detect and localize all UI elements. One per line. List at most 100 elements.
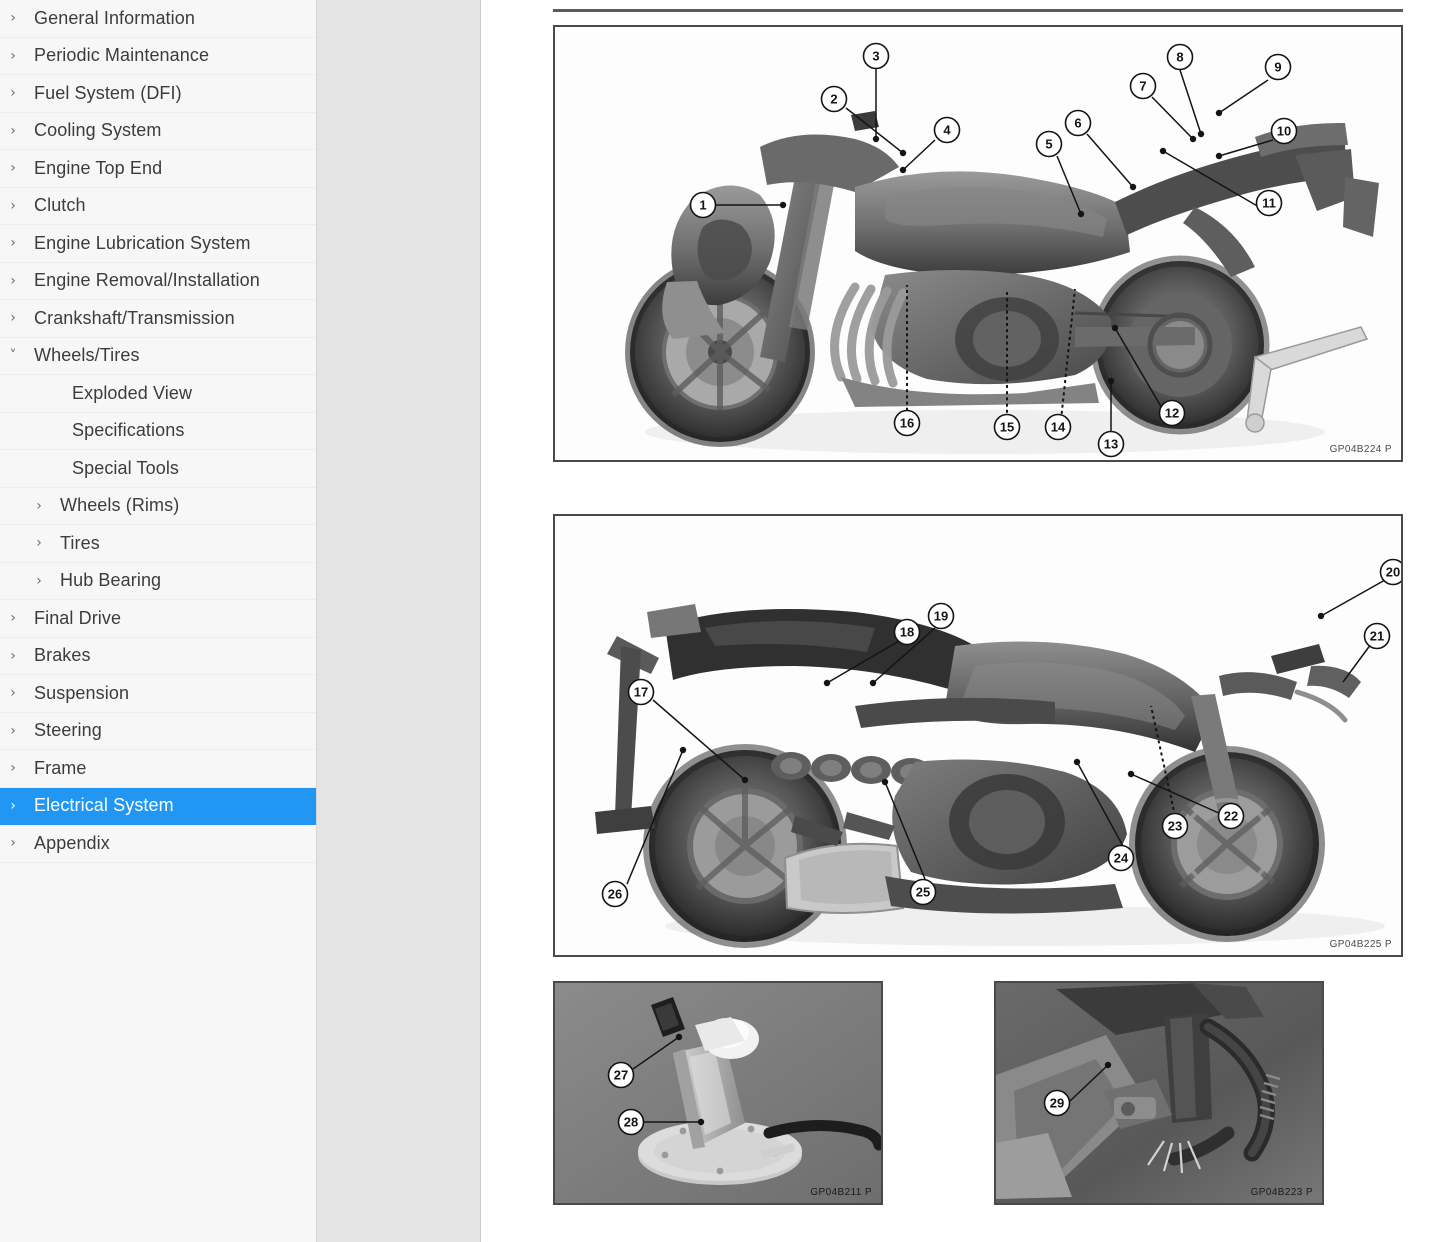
sidebar-item-fuel-system-dfi[interactable]: ›Fuel System (DFI) bbox=[0, 75, 316, 113]
sidebar-item-cooling-system[interactable]: ›Cooling System bbox=[0, 113, 316, 151]
chevron-right-icon[interactable]: › bbox=[6, 761, 20, 775]
figure-2-artwork: 17 18 19 20 21 22 23 24 25 26 bbox=[555, 516, 1401, 955]
chevron-right-icon[interactable]: › bbox=[6, 611, 20, 625]
sidebar-item-label: Specifications bbox=[72, 420, 184, 441]
chevron-right-icon[interactable]: › bbox=[6, 724, 20, 738]
callout-26: 26 bbox=[603, 882, 628, 907]
sidebar-item-label: Periodic Maintenance bbox=[34, 45, 209, 66]
svg-text:29: 29 bbox=[1050, 1096, 1064, 1111]
callout-11: 11 bbox=[1257, 191, 1282, 216]
svg-text:11: 11 bbox=[1262, 196, 1276, 211]
callout-28: 28 bbox=[619, 1110, 644, 1135]
figure-motorcycle-left-view: 1 2 3 4 5 6 7 8 9 10 11 12 13 14 15 16 bbox=[553, 25, 1403, 462]
sidebar-item-label: Engine Removal/Installation bbox=[34, 270, 260, 291]
figure-3-artwork: 27 28 bbox=[555, 983, 881, 1203]
sidebar-item-label: Appendix bbox=[34, 833, 110, 854]
sidebar-item-label: Final Drive bbox=[34, 608, 121, 629]
figure-frame-component-photo: 29 GP04B223 P bbox=[994, 981, 1324, 1205]
sidebar-item-label: Engine Top End bbox=[34, 158, 162, 179]
sidebar-item-engine-lubrication-system[interactable]: › Engine Lubrication System bbox=[0, 225, 316, 263]
chevron-right-icon[interactable]: › bbox=[6, 836, 20, 850]
chevron-right-icon[interactable]: › bbox=[6, 274, 20, 288]
sidebar-item-label: Engine Lubrication System bbox=[34, 233, 251, 254]
sidebar-gutter-panel bbox=[317, 0, 481, 1242]
callout-7: 7 bbox=[1131, 74, 1156, 99]
chevron-right-icon[interactable]: › bbox=[6, 649, 20, 663]
chevron-right-icon[interactable]: › bbox=[6, 236, 20, 250]
svg-text:28: 28 bbox=[624, 1115, 638, 1130]
sidebar-item-electrical-system[interactable]: ›Electrical System bbox=[0, 788, 316, 826]
sidebar-item-label: Suspension bbox=[34, 683, 129, 704]
callout-23: 23 bbox=[1163, 814, 1188, 839]
figure-row-photos: 27 28 GP04B211 P bbox=[553, 981, 1403, 1205]
callout-9: 9 bbox=[1266, 55, 1291, 80]
sidebar-item-steering[interactable]: ›Steering bbox=[0, 713, 316, 751]
chevron-right-icon[interactable]: › bbox=[6, 86, 20, 100]
sidebar-item-brakes[interactable]: ›Brakes bbox=[0, 638, 316, 676]
sidebar-item-label: Special Tools bbox=[72, 458, 179, 479]
chevron-right-icon[interactable]: › bbox=[6, 686, 20, 700]
sidebar-item-final-drive[interactable]: › Final Drive bbox=[0, 600, 316, 638]
document-content-area[interactable]: 1 2 3 4 5 6 7 8 9 10 11 12 13 14 15 16 bbox=[481, 0, 1445, 1242]
chevron-right-icon[interactable]: › bbox=[6, 49, 20, 63]
svg-text:12: 12 bbox=[1165, 406, 1179, 421]
sidebar-item-clutch[interactable]: › Clutch bbox=[0, 188, 316, 226]
svg-text:2: 2 bbox=[830, 92, 837, 107]
sidebar-item-engine-removal-installation[interactable]: › Engine Removal/Installation bbox=[0, 263, 316, 301]
sidebar-item-crankshaft-transmission[interactable]: › Crankshaft/Transmission bbox=[0, 300, 316, 338]
callout-14: 14 bbox=[1046, 415, 1071, 440]
chevron-right-icon[interactable]: › bbox=[6, 161, 20, 175]
callout-29: 29 bbox=[1045, 1091, 1070, 1116]
svg-text:9: 9 bbox=[1274, 60, 1281, 75]
chevron-right-icon[interactable]: › bbox=[32, 574, 46, 588]
sidebar-item-label: Wheels (Rims) bbox=[60, 495, 179, 516]
sidebar-item-general-information[interactable]: › General Information bbox=[0, 0, 316, 38]
sidebar-item-wheels-tires[interactable]: ˅ Wheels/Tires bbox=[0, 338, 316, 376]
sidebar-item-label: Wheels/Tires bbox=[34, 345, 140, 366]
callout-16: 16 bbox=[895, 411, 920, 436]
svg-text:3: 3 bbox=[872, 49, 879, 64]
chevron-right-icon[interactable]: › bbox=[6, 799, 20, 813]
sidebar-item-engine-top-end[interactable]: › Engine Top End bbox=[0, 150, 316, 188]
svg-text:27: 27 bbox=[614, 1068, 628, 1083]
sidebar-item-frame[interactable]: ›Frame bbox=[0, 750, 316, 788]
svg-text:21: 21 bbox=[1370, 629, 1384, 644]
sidebar-item-appendix[interactable]: › Appendix bbox=[0, 825, 316, 863]
svg-text:1: 1 bbox=[699, 198, 706, 213]
chevron-right-icon[interactable]: › bbox=[32, 536, 46, 550]
chevron-right-icon[interactable]: › bbox=[6, 124, 20, 138]
callout-20: 20 bbox=[1381, 560, 1402, 585]
callout-27: 27 bbox=[609, 1063, 634, 1088]
sidebar-navigation[interactable]: › General Information › Periodic Maintenanc… bbox=[0, 0, 317, 1242]
svg-text:10: 10 bbox=[1277, 124, 1291, 139]
callout-25: 25 bbox=[911, 880, 936, 905]
sidebar-item-exploded-view[interactable]: Exploded View bbox=[0, 375, 316, 413]
callout-13: 13 bbox=[1099, 432, 1124, 457]
chevron-right-icon[interactable]: › bbox=[6, 11, 20, 25]
callout-24: 24 bbox=[1109, 846, 1134, 871]
chevron-right-icon[interactable]: › bbox=[32, 499, 46, 513]
figure-code-label: GP04B223 P bbox=[1251, 1187, 1313, 1198]
sidebar-item-label: Clutch bbox=[34, 195, 86, 216]
chevron-right-icon[interactable]: › bbox=[6, 311, 20, 325]
svg-text:20: 20 bbox=[1386, 565, 1400, 580]
sidebar-item-suspension[interactable]: › Suspension bbox=[0, 675, 316, 713]
figure-code-label: GP04B225 P bbox=[1330, 939, 1392, 950]
callout-3: 3 bbox=[864, 44, 889, 69]
sidebar-item-tires[interactable]: ›Tires bbox=[0, 525, 316, 563]
svg-text:8: 8 bbox=[1176, 50, 1183, 65]
chevron-down-icon[interactable]: ˅ bbox=[6, 349, 20, 363]
chevron-right-icon[interactable]: › bbox=[6, 199, 20, 213]
sidebar-item-specifications[interactable]: Specifications bbox=[0, 413, 316, 451]
svg-text:4: 4 bbox=[943, 123, 951, 138]
callout-8: 8 bbox=[1168, 45, 1193, 70]
sidebar-item-wheels-rims[interactable]: › Wheels (Rims) bbox=[0, 488, 316, 526]
sidebar-item-special-tools[interactable]: Special Tools bbox=[0, 450, 316, 488]
svg-text:5: 5 bbox=[1045, 137, 1052, 152]
sidebar-item-label: Crankshaft/Transmission bbox=[34, 308, 235, 329]
sidebar-item-label: General Information bbox=[34, 8, 195, 29]
sidebar-item-hub-bearing[interactable]: ›Hub Bearing bbox=[0, 563, 316, 601]
svg-text:7: 7 bbox=[1139, 79, 1146, 94]
callout-18: 18 bbox=[895, 620, 920, 645]
sidebar-item-periodic-maintenance[interactable]: › Periodic Maintenance bbox=[0, 38, 316, 76]
